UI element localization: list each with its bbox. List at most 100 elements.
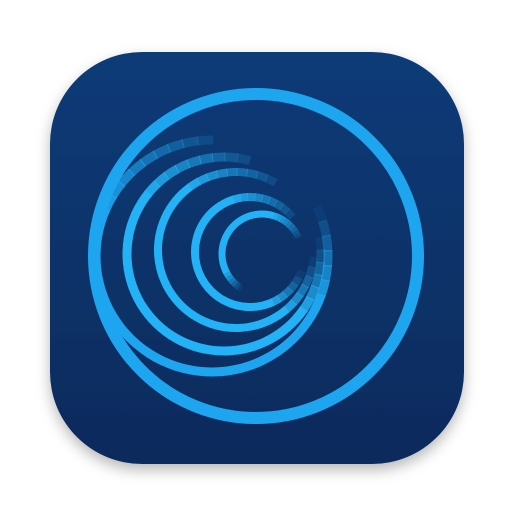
- spiral-arc-segment: [128, 285, 143, 302]
- spiral-arc-segment: [321, 234, 333, 252]
- spiral-arc-segment: [316, 278, 330, 297]
- spiral-arc-segment: [122, 262, 134, 277]
- spiral-arc-segment: [229, 221, 238, 230]
- spiral-arc-segment: [236, 168, 249, 177]
- spiral-arc-segment: [174, 361, 192, 375]
- spiral-arc-segment: [299, 295, 315, 312]
- spiral-arc-segment: [209, 320, 223, 331]
- spiral-arc-segment: [218, 246, 227, 252]
- spiral-arc-segment: [209, 289, 221, 301]
- spiral-arc-segment: [154, 235, 164, 248]
- spiral-arc-segment: [227, 224, 236, 233]
- spiral-arc-segment: [224, 227, 234, 236]
- spiral-arc-segment: [275, 213, 283, 222]
- spiral-arc-segment: [196, 135, 214, 146]
- spiral-arc-segment: [287, 222, 296, 231]
- spiral-arc-segment: [239, 193, 249, 202]
- spiral-arc-segment: [196, 273, 208, 284]
- spiral-arc-segment: [168, 291, 182, 306]
- spiral-arc-segment: [229, 344, 245, 356]
- spiral-arc-segment: [276, 291, 288, 303]
- spiral-arc-segment: [155, 225, 166, 239]
- spiral-arc-segment: [159, 356, 179, 371]
- spiral-arc-segment: [306, 284, 320, 301]
- spiral-arc-segment: [247, 355, 266, 371]
- spiral-arc-segment: [191, 341, 208, 354]
- spiral-arc-segment: [232, 193, 242, 204]
- spiral-arc-segment: [264, 298, 275, 309]
- spiral-arc-segment: [123, 224, 136, 240]
- spiral-arc-segment: [314, 261, 326, 277]
- spiral-arc-segment: [205, 170, 219, 182]
- spiral-arc-segment: [126, 211, 140, 228]
- spiral-arc-segment: [283, 299, 298, 313]
- spiral-arc-segment: [252, 336, 269, 351]
- spiral-arc-segment: [218, 198, 229, 210]
- spiral-arc-segment: [197, 217, 209, 229]
- spiral-arc-segment: [218, 257, 227, 263]
- spiral-arc-segment: [94, 280, 108, 299]
- spiral-arc-segment: [301, 274, 314, 289]
- spiral-arc-segment: [155, 265, 167, 279]
- spiral-arc-segment: [219, 242, 227, 248]
- spiral-arc-segment: [279, 203, 291, 215]
- spiral-arc-segment: [315, 236, 326, 251]
- spiral-arc-segment: [318, 219, 331, 238]
- spiral-arc-segment: [172, 190, 186, 204]
- spiral-arc-segment: [308, 256, 318, 269]
- spiral-arc-segment: [192, 231, 203, 242]
- spiral-arc-segment: [219, 365, 237, 377]
- spiral-arc-segment: [242, 213, 250, 222]
- spiral-arc-segment: [239, 214, 247, 223]
- spiral-arc-segment: [240, 322, 252, 332]
- spiral-arc-segment: [263, 330, 281, 346]
- spiral-arc-segment: [206, 206, 218, 218]
- spiral-arc-segment: [166, 197, 179, 212]
- app-icon: [50, 52, 464, 464]
- spiral-arc-segment: [236, 283, 244, 292]
- spiral-arc-segment: [236, 153, 252, 165]
- spiral-arc-segment: [254, 210, 260, 219]
- spiral-arc-segment: [181, 136, 199, 149]
- spiral-arc-segment: [220, 264, 229, 271]
- spiral-arc-segment: [260, 194, 271, 205]
- spiral-arc-segment: [241, 341, 257, 354]
- spiral-arc-segment: [158, 274, 171, 288]
- spiral-arc-segment: [204, 284, 216, 296]
- spiral-arc-segment: [211, 152, 226, 163]
- spiral-arc-segment: [161, 206, 174, 220]
- spiral-arc-segment: [204, 344, 219, 356]
- spiral-arc-segment: [296, 283, 309, 298]
- spiral-arc-segment: [131, 200, 146, 217]
- spiral-arc-segment: [201, 211, 213, 223]
- spiral-arc-segment: [290, 291, 304, 306]
- spiral-arc-segment: [291, 228, 300, 236]
- spiral-arc-segment: [287, 281, 299, 293]
- spiral-arc-segment: [222, 230, 232, 239]
- spiral-arc-segment: [215, 293, 227, 305]
- spiral-arc-segment: [190, 311, 205, 324]
- spiral-arc-segment: [276, 306, 290, 319]
- spiral-arc-segment: [162, 283, 176, 297]
- spiral-arc-segment: [281, 217, 290, 226]
- spiral-arc-segment: [91, 236, 103, 254]
- spiral-arc-segment: [222, 296, 233, 308]
- spiral-arc-segment: [168, 331, 185, 346]
- spiral-arc-segment: [179, 337, 196, 351]
- spiral-arc-segment: [212, 201, 224, 213]
- spiral-arc-segment: [264, 174, 278, 187]
- spiral-arc-segment: [254, 193, 264, 203]
- spiral-arc-segment: [267, 196, 278, 208]
- spiral-arc-segment: [255, 170, 269, 183]
- spiral-arc-segment: [233, 361, 252, 375]
- spiral-arc-segment: [236, 301, 246, 311]
- spiral-arc-segment: [122, 236, 133, 252]
- spiral-arc-segment: [133, 296, 149, 313]
- spiral-arc-segment: [193, 266, 204, 277]
- spiral-arc-segment: [310, 273, 324, 289]
- spiral-arc-segment: [258, 316, 272, 328]
- spiral-arc-segment: [191, 260, 202, 270]
- spiral-arc-segment: [221, 234, 230, 242]
- spiral-arc-segment: [154, 256, 164, 269]
- spiral-arc-segment: [124, 273, 138, 290]
